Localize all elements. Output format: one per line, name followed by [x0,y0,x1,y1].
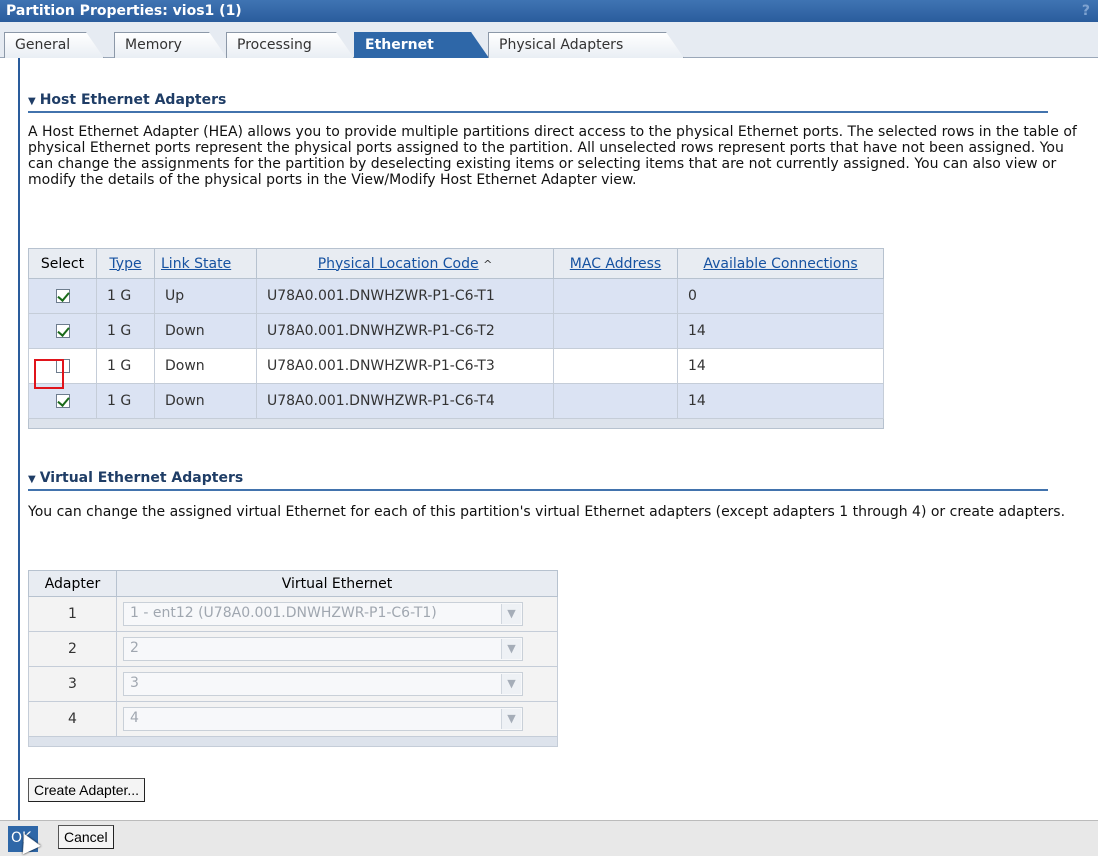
cell-location: U78A0.001.DNWHZWR-P1-C6-T4 [256,383,554,419]
chevron-down-icon[interactable]: ▼ [501,709,521,729]
hea-description: A Host Ethernet Adapter (HEA) allows you… [28,124,1077,188]
table-row[interactable]: 1 G Up U78A0.001.DNWHZWR-P1-C6-T1 0 [28,278,884,314]
help-icon[interactable]: ? [1082,3,1090,19]
cell-type: 1 G [96,313,155,349]
collapse-triangle-icon[interactable]: ▼ [28,96,36,107]
col-virtual-ethernet: Virtual Ethernet [116,570,558,597]
col-link-state-link[interactable]: Link State [161,256,231,272]
table-row: 3 3 ▼ [28,666,558,702]
cell-mac [553,383,678,419]
col-adapter: Adapter [28,570,117,597]
cell-connections: 14 [677,313,884,349]
col-location-link[interactable]: Physical Location Code [318,256,479,272]
cell-mac [553,348,678,384]
hea-heading: Host Ethernet Adapters [39,92,227,108]
cell-connections: 14 [677,383,884,419]
table-row: 2 2 ▼ [28,631,558,667]
col-mac-link[interactable]: MAC Address [570,256,661,272]
cell-link-state: Down [154,313,257,349]
cell-adapter: 4 [28,701,117,737]
tab-physical-adapters[interactable]: Physical Adapters [488,32,684,58]
row-checkbox[interactable] [55,289,70,303]
col-select: Select [28,248,97,279]
select-value: 3 [130,675,139,691]
cell-connections: 14 [677,348,884,384]
tab-label: Memory [125,37,182,53]
hea-section-header[interactable]: ▼ Host Ethernet Adapters [28,92,1048,113]
virtual-ethernet-select[interactable]: 3 ▼ [123,672,523,696]
cell-link-state: Up [154,278,257,314]
col-type-link[interactable]: Type [109,256,141,272]
cell-mac [553,278,678,314]
ethernet-panel: ▼ Host Ethernet Adapters A Host Ethernet … [18,58,1098,820]
tab-label: General [15,37,71,53]
select-value: 4 [130,710,139,726]
highlight-box [34,359,64,389]
dialog-button-bar: OK Cancel [0,820,1098,856]
window-title-bar: Partition Properties: vios1 (1) ? [0,0,1098,22]
virtual-ethernet-select[interactable]: 4 ▼ [123,707,523,731]
table-row[interactable]: 1 G Down U78A0.001.DNWHZWR-P1-C6-T3 14 [28,348,884,384]
create-adapter-button[interactable]: Create Adapter... [28,778,146,802]
cell-mac [553,313,678,349]
col-type[interactable]: Type [96,248,155,279]
table-row: 4 4 ▼ [28,701,558,737]
tab-ethernet[interactable]: Ethernet [354,32,489,58]
tab-general[interactable]: General [4,32,104,58]
cancel-button[interactable]: Cancel [58,825,114,849]
cell-type: 1 G [96,383,155,419]
cell-adapter: 1 [28,596,117,632]
cell-location: U78A0.001.DNWHZWR-P1-C6-T3 [256,348,554,384]
hea-table-container: Select Type Link State Physical Location… [28,248,884,429]
col-physical-location[interactable]: Physical Location Code ^ [256,248,554,279]
tab-strip: General Memory Processing Ethernet Physi… [0,22,1098,58]
tab-memory[interactable]: Memory [114,32,227,58]
sort-ascending-icon: ^ [483,257,493,271]
cell-location: U78A0.001.DNWHZWR-P1-C6-T2 [256,313,554,349]
table-row[interactable]: 1 G Down U78A0.001.DNWHZWR-P1-C6-T4 14 [28,383,884,419]
select-value: 1 - ent12 (U78A0.001.DNWHZWR-P1-C6-T1) [130,605,437,621]
cell-type: 1 G [96,278,155,314]
tab-processing[interactable]: Processing [226,32,354,58]
cell-adapter: 3 [28,666,117,702]
tab-label: Physical Adapters [499,37,624,53]
vea-heading: Virtual Ethernet Adapters [39,470,244,486]
vea-table-container: Adapter Virtual Ethernet 1 1 - ent12 (U7… [28,570,558,747]
vea-section-header[interactable]: ▼ Virtual Ethernet Adapters [28,470,1048,491]
table-footer [28,736,558,747]
table-footer [28,418,884,429]
tab-label: Ethernet [365,37,434,53]
vea-description: You can change the assigned virtual Ethe… [28,504,1066,520]
collapse-triangle-icon[interactable]: ▼ [28,474,36,485]
col-mac[interactable]: MAC Address [553,248,678,279]
row-checkbox[interactable] [55,324,70,338]
select-value: 2 [130,640,139,656]
hea-table: Select Type Link State Physical Location… [28,248,884,429]
chevron-down-icon[interactable]: ▼ [501,604,521,624]
window-title: Partition Properties: vios1 (1) [6,3,242,19]
table-row[interactable]: 1 G Down U78A0.001.DNWHZWR-P1-C6-T2 14 [28,313,884,349]
vea-table: Adapter Virtual Ethernet 1 1 - ent12 (U7… [28,570,558,747]
cell-location: U78A0.001.DNWHZWR-P1-C6-T1 [256,278,554,314]
cell-type: 1 G [96,348,155,384]
col-link-state[interactable]: Link State [154,248,257,279]
chevron-down-icon[interactable]: ▼ [501,639,521,659]
virtual-ethernet-select[interactable]: 2 ▼ [123,637,523,661]
cell-link-state: Down [154,348,257,384]
chevron-down-icon[interactable]: ▼ [501,674,521,694]
virtual-ethernet-select[interactable]: 1 - ent12 (U78A0.001.DNWHZWR-P1-C6-T1) ▼ [123,602,523,626]
col-connections[interactable]: Available Connections [677,248,884,279]
cell-adapter: 2 [28,631,117,667]
table-row: 1 1 - ent12 (U78A0.001.DNWHZWR-P1-C6-T1)… [28,596,558,632]
tab-label: Processing [237,37,312,53]
cell-link-state: Down [154,383,257,419]
row-checkbox[interactable] [55,394,70,408]
col-connections-link[interactable]: Available Connections [703,256,857,272]
cell-connections: 0 [677,278,884,314]
